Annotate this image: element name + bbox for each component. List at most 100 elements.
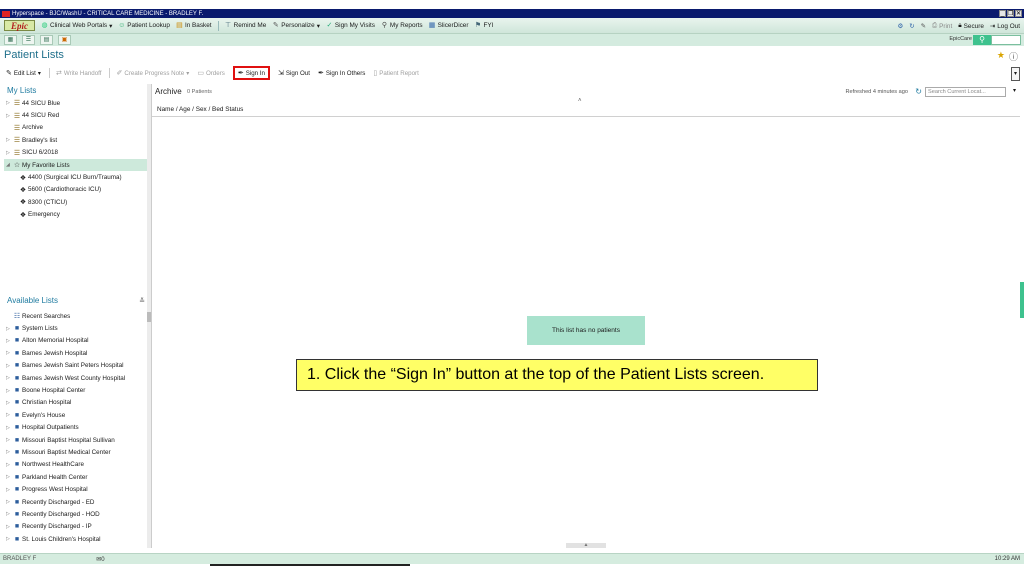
- epic-search-input[interactable]: [991, 35, 1021, 45]
- favorite-star-icon[interactable]: ★: [997, 50, 1005, 63]
- list-item[interactable]: ▷ ☰ Bradley's list: [4, 134, 147, 146]
- list-item[interactable]: ▷ ☰ 44 SICU Red: [4, 109, 147, 121]
- magnifier-icon: ⚲: [381, 22, 387, 29]
- folder-icon: ■: [14, 399, 20, 407]
- edit-list-button[interactable]: ✎ Edit List ▾: [6, 69, 41, 78]
- secure-button[interactable]: 🔒︎ Secure: [958, 22, 984, 30]
- side-panel-toggle[interactable]: [1020, 282, 1024, 318]
- pen-icon: ✒: [317, 70, 324, 77]
- epic-search[interactable]: ⚲: [973, 35, 1021, 45]
- close-icon[interactable]: ✕: [1015, 10, 1022, 17]
- list-item[interactable]: ❖ 4400 (Surgical ICU Burn/Trauma): [4, 171, 147, 183]
- list-navigator: My Lists ▷ ☰ 44 SICU Blue ▷ ☰ 44 SICU Red ☰ A…: [4, 84, 147, 548]
- list-item[interactable]: ▷ ■ Christian Hospital: [4, 397, 147, 409]
- column-header[interactable]: Name / Age / Sex / Bed Status: [152, 102, 1020, 117]
- print-button[interactable]: ⎙ Print: [932, 22, 952, 30]
- status-user: BRADLEY F: [3, 556, 37, 562]
- recent-searches-icon: ☷: [13, 313, 21, 321]
- list-item[interactable]: ◢ ☆ My Favorite Lists: [4, 158, 147, 172]
- schedule-tab-icon[interactable]: ▤: [40, 35, 53, 45]
- network-icon[interactable]: ⚙: [898, 22, 904, 30]
- list-item[interactable]: ▷ ■ Barnes Jewish Hospital: [4, 347, 147, 359]
- patient-report-button[interactable]: ▯ Patient Report: [373, 69, 418, 78]
- search-icon[interactable]: ⚲: [973, 35, 991, 45]
- menu-slicerdicer[interactable]: ▦ SlicerDicer: [429, 22, 469, 29]
- list-item[interactable]: ▷ ■ Evelyn's House: [4, 409, 147, 421]
- menu-personalize[interactable]: ✎ Personalize ▾: [272, 22, 320, 30]
- sign-in-others-button[interactable]: ✒ Sign In Others: [317, 69, 365, 78]
- help-icon[interactable]: ⓘ: [1009, 50, 1018, 63]
- list-item[interactable]: ▷ ■ Recently Discharged - ED: [4, 496, 147, 508]
- list-item[interactable]: ▷ ☰ SICU 6/2018: [4, 147, 147, 159]
- sign-out-button[interactable]: ⇲ Sign Out: [278, 69, 310, 78]
- list-item[interactable]: ▷ ■ Hospital Outpatients: [4, 422, 147, 434]
- available-lists-heading: Available Lists: [7, 296, 58, 305]
- list-item[interactable]: ▷ ■ Alton Memorial Hospital: [4, 335, 147, 347]
- list-item[interactable]: ▷ ■ Barnes Jewish Saint Peters Hospital: [4, 360, 147, 372]
- list-item[interactable]: ▷ ■ Progress West Hospital: [4, 483, 147, 495]
- list-item[interactable]: ▷ ■ Missouri Baptist Medical Center: [4, 446, 147, 458]
- list-item[interactable]: ▷ ■ Boone Hospital Center: [4, 384, 147, 396]
- list-item[interactable]: ▷ ■ System Lists: [4, 322, 147, 334]
- menu-in-basket[interactable]: ▤ In Basket: [176, 22, 211, 29]
- logout-button[interactable]: ⇥ Log Out: [989, 22, 1020, 31]
- bottom-splitter-grip-icon[interactable]: ▲: [566, 543, 606, 548]
- list-item[interactable]: ❖ 8300 (CTICU): [4, 196, 147, 208]
- toolbar-overflow-dropdown[interactable]: ▾: [1011, 67, 1020, 81]
- list-item[interactable]: ☰ Archive: [4, 122, 147, 134]
- menu-patient-lookup[interactable]: ☺ Patient Lookup: [118, 22, 170, 29]
- main-menu-bar: Epic ◍ Clinical Web Portals ▾ ☺ Patient Loo…: [0, 18, 1024, 34]
- list-item[interactable]: ▷ ■ Recently Discharged - HOD: [4, 508, 147, 520]
- instruction-callout: 1. Click the “Sign In” button at the top…: [296, 359, 818, 391]
- menu-clinical-web-portals[interactable]: ◍ Clinical Web Portals ▾: [41, 22, 112, 30]
- lock-icon: 🔒︎: [958, 22, 962, 29]
- orders-button[interactable]: ▭ Orders: [197, 69, 225, 78]
- pencil-icon: ✎: [6, 70, 12, 77]
- status-messages[interactable]: ✉0: [96, 556, 104, 563]
- chart-icon: ▦: [428, 22, 436, 29]
- empty-list-message: This list has no patients: [527, 316, 645, 345]
- restore-icon[interactable]: ❐: [1007, 10, 1014, 17]
- minimize-icon[interactable]: _: [999, 10, 1006, 17]
- list-icon: ☰: [13, 149, 21, 157]
- search-current-location-input[interactable]: Search Current Locat...: [925, 87, 1006, 97]
- pin-icon: ⊤: [225, 22, 232, 29]
- available-lists-tree: ☷ Recent Searches ▷ ■ System Lists ▷ ■ Alton …: [4, 310, 147, 545]
- refresh-icon[interactable]: ↻: [915, 87, 922, 96]
- page-header-icons: ★ ⓘ: [997, 50, 1018, 63]
- collapse-chevron-icon[interactable]: ≚: [139, 297, 147, 305]
- epiccare-label: EpicCare: [949, 36, 972, 42]
- list-item[interactable]: ▷ ■ Missouri Baptist Hospital Sullivan: [4, 434, 147, 446]
- sign-in-button[interactable]: ✒ Sign In: [232, 66, 270, 80]
- list-item[interactable]: ▷ ■ Northwest HealthCare: [4, 459, 147, 471]
- window-title: Hyperspace - BJC/WashU - CRITICAL CARE M…: [12, 10, 204, 17]
- check-icon: ✓: [326, 22, 333, 29]
- menu-my-reports[interactable]: ⚲ My Reports: [381, 22, 423, 29]
- list-item[interactable]: ❖ Emergency: [4, 209, 147, 221]
- list-item[interactable]: ☷ Recent Searches: [4, 310, 147, 322]
- printer-icon: ⎙: [931, 22, 938, 29]
- inbasket-tab-icon[interactable]: ▣: [58, 35, 71, 45]
- calendar-tab-icon[interactable]: ▦: [4, 35, 17, 45]
- list-item[interactable]: ▷ ■ Recently Discharged - IP: [4, 521, 147, 533]
- patient-lists-tab-icon[interactable]: ☰: [22, 35, 35, 45]
- list-item[interactable]: ❖ 5600 (Cardiothoracic ICU): [4, 184, 147, 196]
- write-handoff-button[interactable]: ⇄ Write Handoff: [56, 69, 101, 78]
- status-bar: BRADLEY F ✉0 10:29 AM: [0, 553, 1024, 564]
- logout-icon: ⇥: [989, 23, 996, 30]
- list-item[interactable]: ▷ ■ St. Louis Children's Hospital: [4, 533, 147, 545]
- epic-menu-button[interactable]: Epic: [4, 20, 35, 31]
- list-icon: ☰: [13, 112, 21, 120]
- menu-sign-my-visits[interactable]: ✓ Sign My Visits: [326, 22, 374, 29]
- folder-icon: ■: [14, 411, 20, 419]
- menu-fyi[interactable]: ⚑ FYI: [475, 22, 494, 29]
- list-item[interactable]: ▷ ■ Barnes Jewish West County Hospital: [4, 372, 147, 384]
- menu-remind-me[interactable]: ⊤ Remind Me: [225, 22, 266, 29]
- tools-icon[interactable]: ✎: [921, 22, 926, 30]
- folder-icon: ■: [14, 325, 20, 333]
- create-progress-note-button[interactable]: ✐ Create Progress Note ▾: [116, 69, 189, 78]
- refresh-app-icon[interactable]: ↻: [909, 22, 914, 30]
- chevron-down-icon[interactable]: ▾: [1013, 87, 1016, 94]
- list-item[interactable]: ▷ ☰ 44 SICU Blue: [4, 97, 147, 109]
- list-item[interactable]: ▷ ■ Parkland Health Center: [4, 471, 147, 483]
